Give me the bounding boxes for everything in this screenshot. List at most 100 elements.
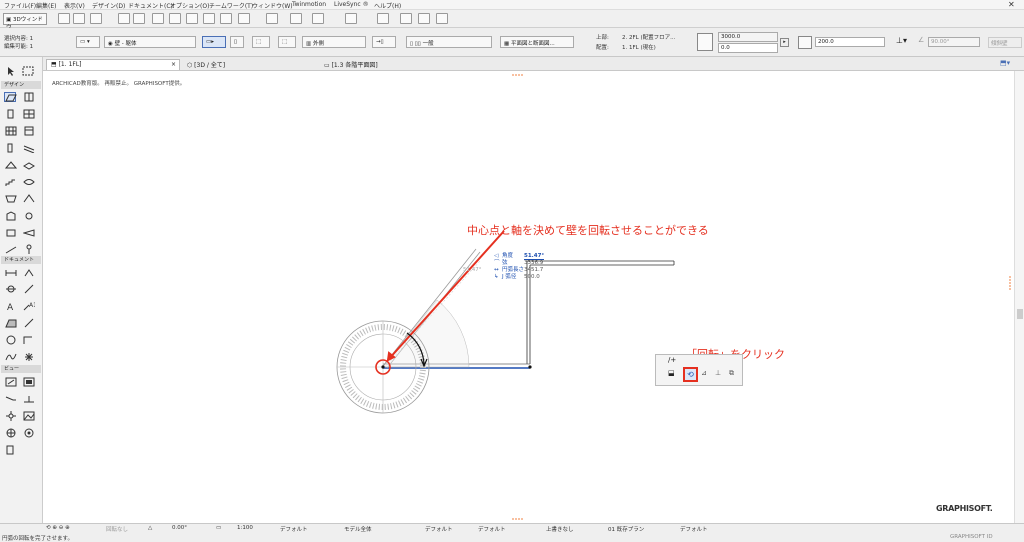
menu-options[interactable]: オプション(O) [170,1,209,10]
close-icon[interactable]: ✕ [1008,0,1015,9]
new-file-icon[interactable] [58,13,70,24]
mirror-icon[interactable] [169,13,181,24]
grid-snap-icon[interactable] [290,13,302,24]
menu-window[interactable]: ウィンドウ(W) [252,1,293,10]
fill-tool-icon[interactable] [5,318,17,328]
pen-set[interactable]: デフォルト [425,525,453,533]
undo-zoom[interactable]: 回転なし [106,525,128,533]
stair-railing-icon[interactable] [5,244,17,254]
elevation-tool-icon[interactable] [23,377,35,387]
log-wall-button[interactable]: ⬚ [278,36,296,48]
trace-icon[interactable] [418,13,430,24]
drag-icon[interactable] [203,13,215,24]
render-icon[interactable] [377,13,389,24]
dimension-tool-icon[interactable] [5,267,17,277]
detail-tool-icon[interactable] [5,411,17,421]
menu-view[interactable]: 表示(V) [64,1,85,10]
scrollbar-thumb[interactable] [1017,309,1023,319]
interior-elevation-icon[interactable] [5,394,17,404]
layer-combination[interactable]: デフォルト [280,525,308,533]
wall-tool-icon[interactable] [4,92,17,102]
model-view[interactable]: モデル全体 [344,525,372,533]
rotation-angle[interactable]: 0.00° [172,525,187,531]
center-point[interactable] [381,365,385,369]
close-icon[interactable]: × [171,61,176,68]
exterior-dropdown[interactable]: ▥ 外側 [302,36,366,48]
menu-livesync[interactable]: LiveSync ® [334,1,369,8]
elevate-icon[interactable] [186,13,198,24]
slant-angle-field[interactable]: 90.00° [928,37,980,47]
suspend-groups-icon[interactable] [312,13,324,24]
wall-shape-button[interactable]: ⬚ [252,36,270,48]
graphisoft-id[interactable]: GRAPHISOFT ID [950,534,993,540]
renovation-filter[interactable]: 01 既存プラン [608,525,644,533]
dimension-standard[interactable]: デフォルト [478,525,506,533]
elevation-dimension-icon[interactable] [5,284,17,294]
curtain-wall-tool-icon[interactable] [5,126,17,136]
measure-icon[interactable] [400,13,412,24]
column-tool-icon[interactable] [5,109,17,119]
stretch-icon[interactable] [220,13,232,24]
structural-display[interactable]: デフォルト [680,525,708,533]
zone-tool-icon[interactable] [5,194,17,204]
radial-dimension-icon[interactable] [23,284,35,294]
line-tool-icon[interactable] [23,318,35,328]
level-dimension-icon[interactable] [23,267,35,277]
vertical-scrollbar[interactable] [1014,71,1024,523]
reference-line-button[interactable]: ▯ [230,36,244,48]
tab-3d[interactable]: ⬡ [3D / 全て] [183,59,317,70]
skylight-tool-icon[interactable] [5,228,17,238]
elevate-icon[interactable]: ⊥ [715,369,727,380]
multiply-icon[interactable]: ⧉ [729,369,741,380]
polyline-tool-icon[interactable] [23,335,35,345]
navigator-icon[interactable]: ⬒▾ [1000,59,1010,67]
drag-icon[interactable]: ⬓ [668,369,680,380]
circle-tool-icon[interactable] [5,335,17,345]
rotate-button[interactable]: ⟲ [683,367,698,382]
more-tools-icon[interactable] [5,445,17,455]
pin-tool-icon[interactable] [23,244,35,254]
3d-window-button[interactable]: ▣ 3Dウィンドウ [3,13,47,31]
copy-icon[interactable] [133,13,145,24]
menu-twinmotion[interactable]: Twinmotion [292,1,326,8]
top-link-value[interactable]: 2. 2FL (配置フロア... [622,33,675,41]
height-field[interactable]: 3000.0 [718,32,778,42]
menu-file[interactable]: ファイル(F) [4,1,36,10]
zoom-icons[interactable]: ⟲ ⊕ ⊖ ⊕ [46,525,70,531]
hotspot-tool-icon[interactable] [23,352,35,362]
menu-document[interactable]: ドキュメント(C) [128,1,173,10]
change-tool-icon[interactable] [23,411,35,421]
reference-offset-button[interactable]: →▯ [372,36,396,48]
stair-tool-icon[interactable] [5,177,17,187]
placement-value[interactable]: 1. 1FL (現在) [622,43,656,51]
arrow-tool-icon[interactable] [5,66,17,76]
structure-dropdown[interactable]: ▯ ▯▯ 一般 [406,36,492,48]
mirror-icon[interactable]: ⊿ [701,369,713,380]
save-icon[interactable] [90,13,102,24]
gravity-icon[interactable] [266,13,278,24]
text-tool-icon[interactable]: A [5,301,17,313]
slanted-wall-button[interactable]: 傾斜壁 [988,37,1022,48]
tab-story-plan[interactable]: ▭ [1.3 各階平面図] [320,59,454,70]
railing-tool-icon[interactable] [23,143,35,154]
layer-dropdown[interactable]: ◉ 壁 - 躯体 [104,36,196,48]
3d-document-icon[interactable] [23,428,35,438]
mesh-tool-icon[interactable] [23,177,35,187]
section-tool-icon[interactable] [5,377,17,387]
thickness-field[interactable]: 200.0 [815,37,885,47]
morph-tool-icon[interactable] [5,211,17,221]
rotate-icon[interactable] [152,13,164,24]
spline-tool-icon[interactable] [5,352,17,362]
magic-wand-icon[interactable] [436,13,448,24]
drawing-surface[interactable] [44,71,1014,523]
design-header[interactable]: デザイン [1,81,41,89]
cut-icon[interactable] [118,13,130,24]
menu-help[interactable]: ヘルプ(H) [374,1,401,10]
menu-edit[interactable]: 編集(E) [36,1,56,10]
existing-wall[interactable] [526,260,675,364]
slab-tool-icon[interactable] [23,160,35,170]
lamp-tool-icon[interactable] [23,211,35,221]
door-tool-icon[interactable] [23,92,35,102]
straight-wall-button[interactable]: ▭▸ [202,36,226,48]
menu-design[interactable]: デザイン(D) [92,1,125,10]
